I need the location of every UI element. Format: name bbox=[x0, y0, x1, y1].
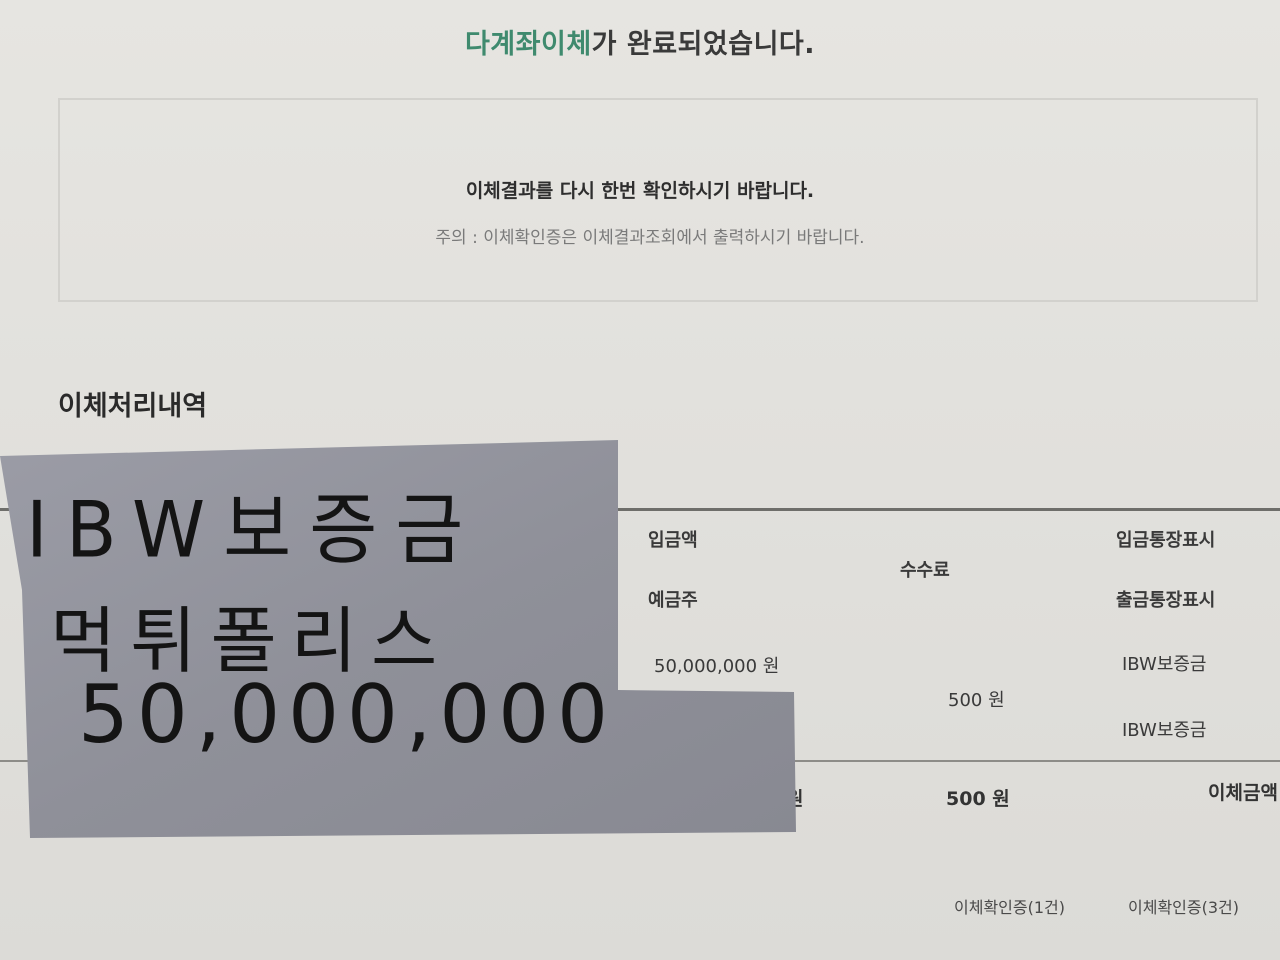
total-label: 이체금액 bbox=[1208, 782, 1278, 804]
header-withdraw-memo: 출금통장표시 bbox=[1116, 590, 1216, 611]
total-fee: 500 원 bbox=[946, 788, 1010, 810]
sticky-note-line-1: IBW보증금 bbox=[26, 485, 482, 576]
page-title-accent: 다계좌이체 bbox=[464, 29, 592, 60]
certificate-1-button[interactable]: 이체확인증(1건) bbox=[954, 894, 1065, 918]
header-deposit-amount: 입금액 bbox=[648, 530, 698, 551]
cell-deposit-amount: 50,000,000 원 bbox=[654, 656, 780, 677]
confirm-note: 주의 : 이체확인증은 이체결과조회에서 출력하시기 바랍니다. bbox=[435, 228, 865, 248]
page-title-rest: 가 완료되었습니다. bbox=[591, 29, 816, 60]
cell-fee: 500 원 bbox=[948, 690, 1005, 711]
header-account-holder: 예금주 bbox=[648, 590, 698, 611]
screen: 다계좌이체가 완료되었습니다. 이체결과를 다시 한번 확인하시기 바랍니다. … bbox=[0, 0, 1280, 960]
header-deposit-memo: 입금통장표시 bbox=[1116, 530, 1216, 551]
confirm-message: 이체결과를 다시 한번 확인하시기 바랍니다. bbox=[465, 180, 815, 202]
total-amount-suffix: 원 bbox=[786, 788, 804, 810]
header-fee: 수수료 bbox=[900, 560, 950, 581]
certificate-3-button[interactable]: 이체확인증(3건) bbox=[1128, 894, 1239, 918]
page-title: 다계좌이체가 완료되었습니다. bbox=[0, 22, 1280, 61]
cell-deposit-memo: IBW보증금 bbox=[1122, 654, 1207, 675]
cell-withdraw-memo: IBW보증금 bbox=[1122, 720, 1207, 741]
section-title: 이체처리내역 bbox=[58, 391, 208, 422]
sticky-note-line-3: 50,000,000 bbox=[78, 668, 617, 761]
